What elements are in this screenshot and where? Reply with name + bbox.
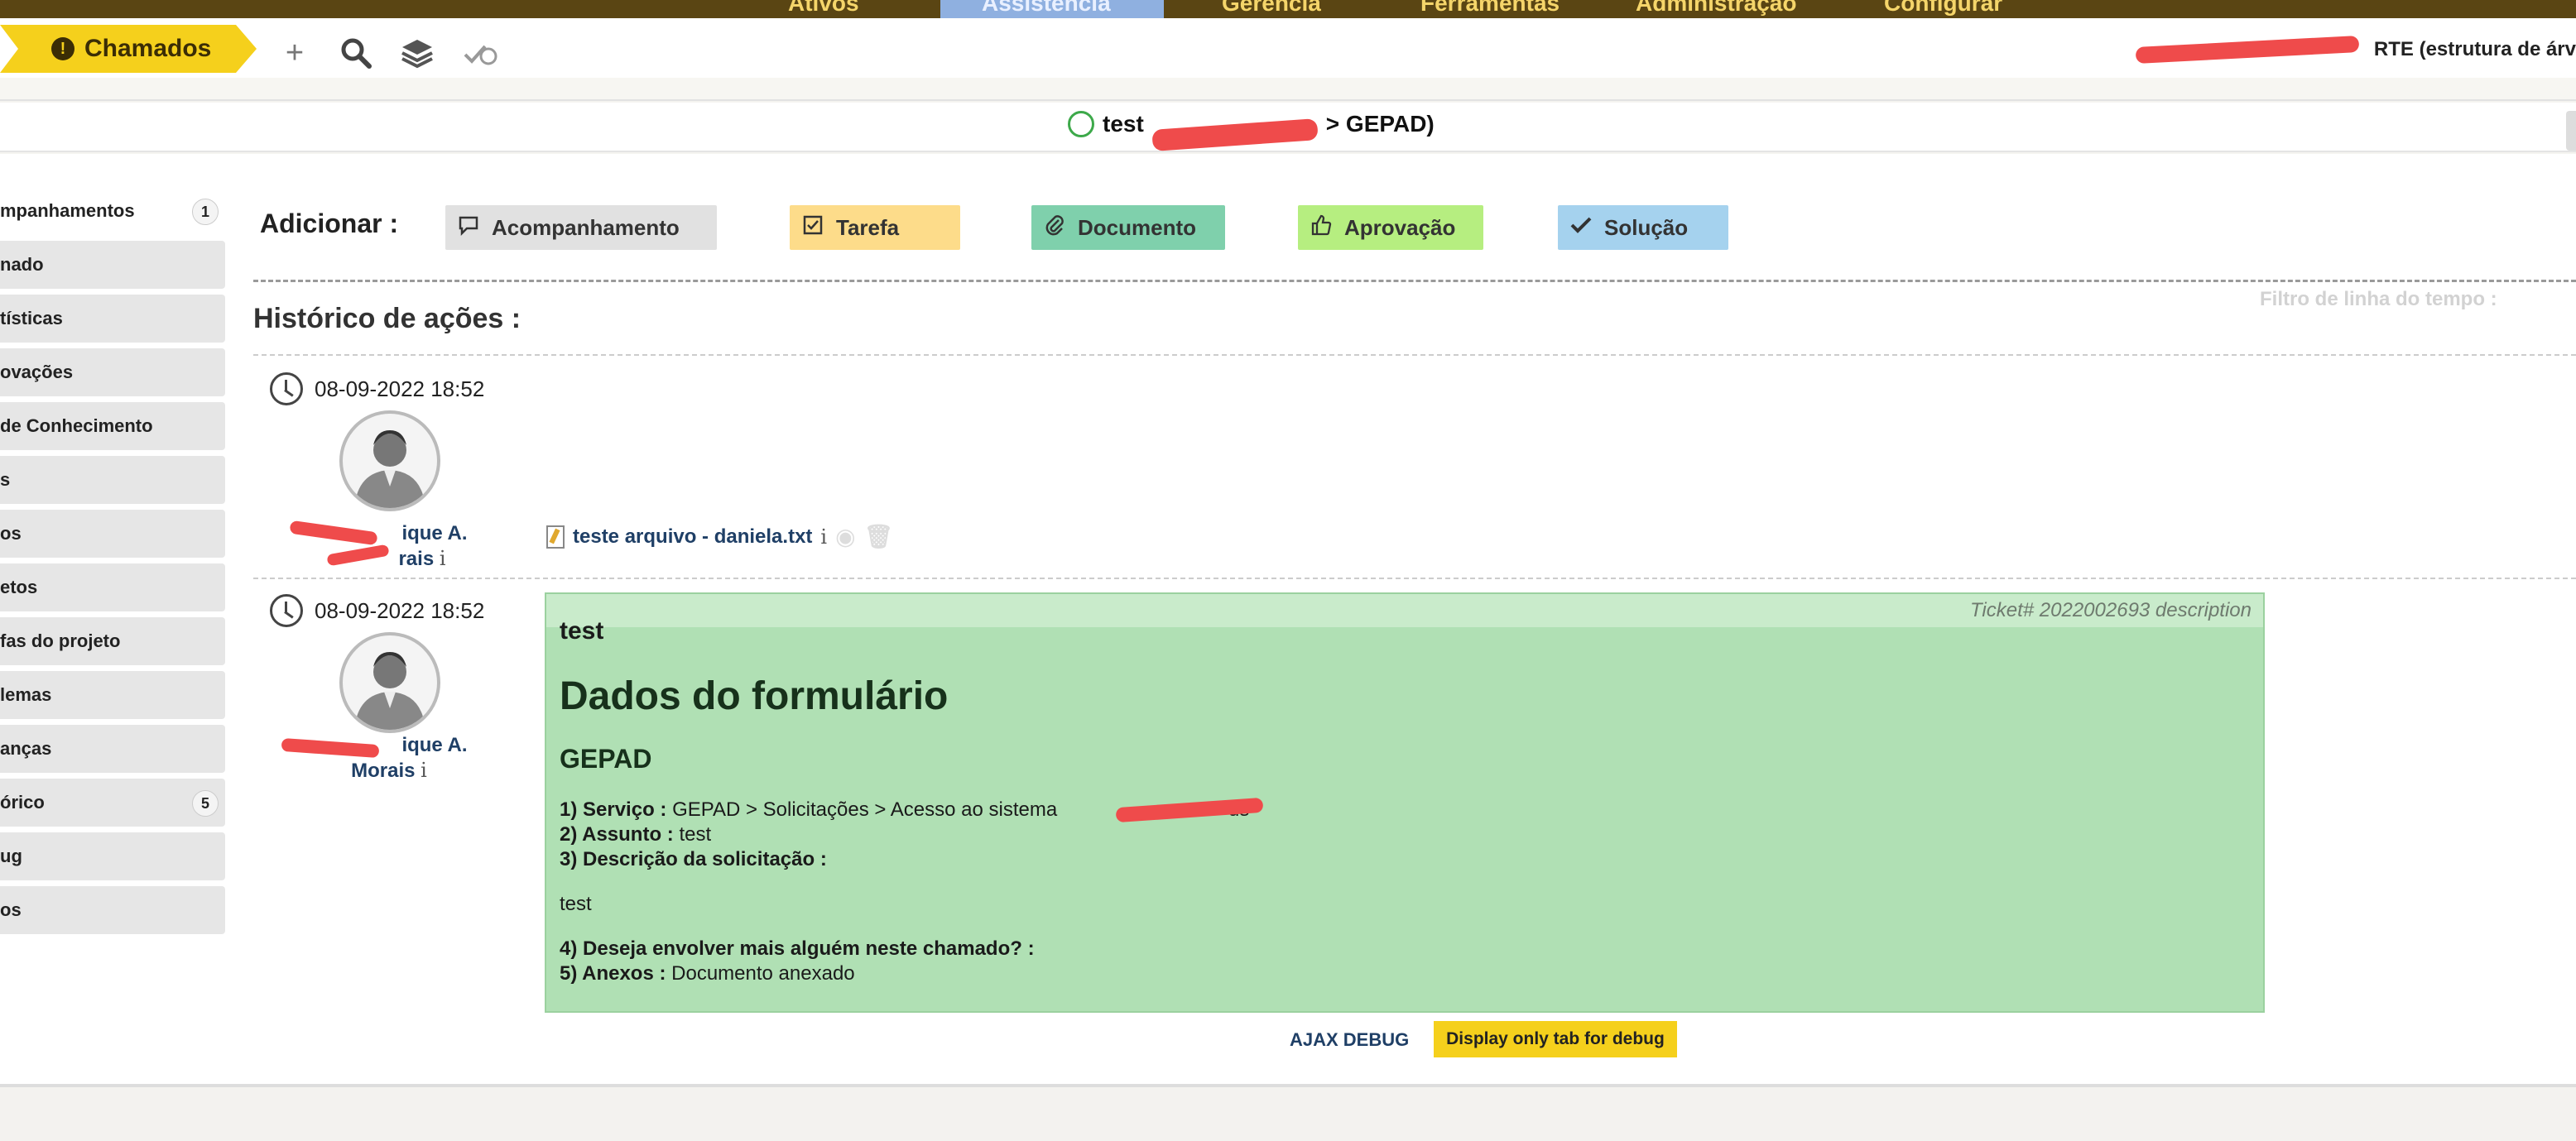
add-document-button[interactable]: Documento bbox=[1031, 205, 1225, 250]
form-title: Dados do formulário bbox=[560, 674, 949, 718]
form-question-3: 3) Descrição da solicitação : bbox=[560, 848, 827, 870]
sidebar-item-mudancas[interactable]: anças bbox=[0, 725, 225, 773]
sidebar-item-chamado[interactable]: nado bbox=[0, 241, 225, 289]
debug-tab-button[interactable]: Display only tab for debug bbox=[1434, 1021, 1677, 1057]
timeline-filter[interactable]: Filtro de linha do tempo : bbox=[2260, 288, 2497, 311]
sidebar-item-itens[interactable]: s bbox=[0, 456, 225, 504]
timeline-date: 08-09-2022 18:52 bbox=[270, 372, 484, 405]
trash-icon[interactable]: 🗑 bbox=[864, 523, 894, 550]
form-section: GEPAD bbox=[560, 744, 652, 774]
count-badge: 5 bbox=[192, 790, 219, 817]
clock-icon bbox=[270, 372, 303, 405]
document-item: teste arquivo - daniela.txt i ◉ 🗑 bbox=[546, 523, 893, 550]
clock-icon bbox=[270, 594, 303, 627]
user-entity-info[interactable]: RTE (estrutura de árv bbox=[2374, 38, 2576, 61]
sidebar-item-todos[interactable]: os bbox=[0, 886, 225, 934]
info-icon[interactable]: i bbox=[421, 759, 427, 782]
divider bbox=[253, 578, 2576, 579]
menu-ferramentas[interactable]: Ferramentas bbox=[1420, 0, 1560, 18]
sidebar-item-estatisticas[interactable]: tísticas bbox=[0, 295, 225, 343]
status-new-icon bbox=[1068, 111, 1094, 137]
divider bbox=[253, 280, 2576, 282]
menu-assistencia[interactable]: Assistência bbox=[940, 0, 1164, 18]
sidebar-item-tarefas-projeto[interactable]: fas do projeto bbox=[0, 617, 225, 665]
exclamation-icon: ! bbox=[51, 37, 74, 60]
eye-icon[interactable]: ◉ bbox=[835, 523, 855, 550]
form-question-2: 2) Assunto : test bbox=[560, 823, 712, 846]
speech-bubble-icon bbox=[445, 213, 492, 242]
form-answer-3: test bbox=[560, 893, 592, 915]
history-title: Histórico de ações : bbox=[253, 303, 521, 334]
ajax-debug-label[interactable]: AJAX DEBUG bbox=[1290, 1029, 1409, 1051]
sidebar-item-base-conhecimento[interactable]: de Conhecimento bbox=[0, 402, 225, 450]
check-history-icon[interactable] bbox=[462, 36, 497, 70]
plus-icon[interactable]: + bbox=[278, 36, 311, 70]
avatar bbox=[339, 632, 440, 733]
description-title: test bbox=[560, 617, 604, 645]
checkmark-icon bbox=[1558, 215, 1604, 241]
thumbs-up-icon bbox=[1298, 213, 1344, 242]
add-followup-button[interactable]: Acompanhamento bbox=[445, 205, 717, 250]
secondary-toolbar: ! Chamados + RTE (estrutura de árv bbox=[0, 18, 2576, 78]
ticket-title: test > GEPAD) bbox=[1068, 111, 1435, 151]
sidebar-item-projetos[interactable]: etos bbox=[0, 563, 225, 611]
sidebar-item-debug[interactable]: ug bbox=[0, 832, 225, 880]
add-approval-button[interactable]: Aprovação bbox=[1298, 205, 1483, 250]
avatar bbox=[339, 410, 440, 511]
menu-configurar[interactable]: Configurar bbox=[1884, 0, 2002, 18]
menu-ativos[interactable]: Ativos bbox=[788, 0, 859, 18]
sidebar-item-custos[interactable]: os bbox=[0, 510, 225, 558]
description-content: test Dados do formulário GEPAD 1) Serviç… bbox=[560, 617, 2250, 986]
sidebar-item-aprovacoes[interactable]: ovações bbox=[0, 348, 225, 396]
toolbar-spacer bbox=[0, 78, 2576, 101]
page-footer bbox=[0, 1084, 2576, 1141]
entry-author[interactable]: ique A. rais i bbox=[289, 520, 488, 572]
ticket-title-bar: test > GEPAD) bbox=[0, 103, 2576, 152]
sidebar-item-historico[interactable]: órico 5 bbox=[0, 779, 225, 827]
form-question-5: 5) Anexos : Documento anexado bbox=[560, 962, 855, 985]
sidebar-item-problemas[interactable]: lemas bbox=[0, 671, 225, 719]
tab-chamados-label: Chamados bbox=[84, 35, 212, 62]
timeline-date: 08-09-2022 18:52 bbox=[270, 594, 484, 627]
add-label: Adicionar : bbox=[260, 209, 399, 238]
tab-chamados[interactable]: ! Chamados bbox=[0, 25, 257, 73]
form-question-4: 4) Deseja envolver mais alguém neste cha… bbox=[560, 937, 1035, 960]
ticket-sidebar: mpanhamentos 1 nado tísticas ovações de C… bbox=[0, 187, 225, 940]
info-icon[interactable]: i bbox=[820, 525, 827, 549]
add-task-button[interactable]: Tarefa bbox=[790, 205, 960, 250]
main-menu-bar: Ativos Assistência Gerência Ferramentas … bbox=[0, 0, 2576, 18]
redaction-mark bbox=[2135, 35, 2360, 65]
info-icon[interactable]: i bbox=[440, 547, 446, 570]
ticket-title-name: test bbox=[1103, 111, 1144, 137]
form-question-1: 1) Serviço : GEPAD > Solicitações > Aces… bbox=[560, 797, 2250, 823]
paperclip-icon bbox=[1031, 213, 1078, 242]
ticket-main-area: mpanhamentos 1 nado tísticas ovações de C… bbox=[0, 154, 2576, 1084]
document-link[interactable]: teste arquivo - daniela.txt bbox=[573, 525, 812, 549]
checkbox-icon bbox=[790, 214, 836, 242]
search-icon[interactable] bbox=[339, 36, 372, 70]
divider bbox=[253, 354, 2576, 356]
ticket-description: Ticket# 2022002693 description test Dado… bbox=[545, 592, 2265, 1013]
menu-gerencia[interactable]: Gerência bbox=[1222, 0, 1321, 18]
count-badge: 1 bbox=[192, 199, 219, 225]
add-solution-button[interactable]: Solução bbox=[1558, 205, 1728, 250]
menu-administracao[interactable]: Administração bbox=[1636, 0, 1797, 18]
layers-icon[interactable] bbox=[401, 36, 434, 70]
panel-toggle-handle[interactable] bbox=[2566, 111, 2576, 151]
text-file-icon bbox=[546, 525, 565, 549]
entry-author[interactable]: ique A. Morais i bbox=[281, 733, 488, 784]
ticket-title-path: > GEPAD) bbox=[1325, 111, 1435, 137]
sidebar-item-acompanhamentos[interactable]: mpanhamentos 1 bbox=[0, 187, 225, 235]
